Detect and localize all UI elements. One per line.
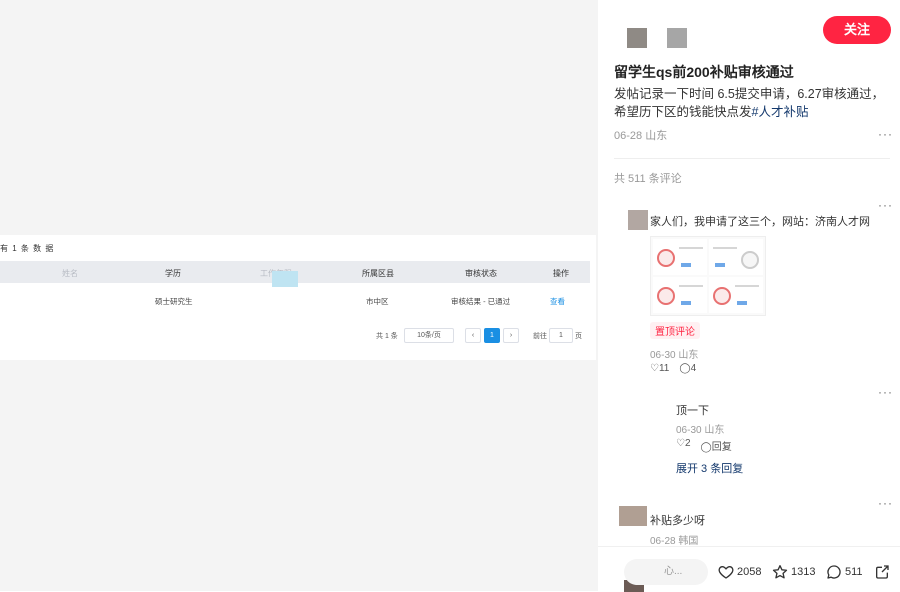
pager-total: 共 1 条	[376, 333, 398, 340]
heart-icon	[718, 565, 734, 579]
heart-icon: ♡	[650, 363, 659, 374]
commenter2-avatar[interactable]	[619, 506, 647, 526]
like-count: 2058	[737, 566, 762, 578]
post-body: 发帖记录一下时间 6.5提交申请，6.27审核通过，希望历下区的钱能快点发#人才…	[614, 85, 890, 121]
comment2-date-location: 06-28 韩国	[650, 536, 699, 547]
header-name: 姓名	[62, 269, 78, 278]
post-more-icon[interactable]: ···	[878, 127, 893, 141]
comment-text: 家人们，我申请了这三个，网站：济南人才网	[650, 216, 870, 228]
divider	[614, 158, 890, 159]
pager-next: ›	[503, 328, 519, 343]
header-district: 所属区县	[362, 269, 394, 278]
post-date-location: 06-28 山东	[614, 130, 668, 142]
comment-input[interactable]: 心...	[624, 559, 708, 585]
comment2-text: 补贴多少呀	[650, 515, 705, 527]
comment-like-count: 11	[658, 363, 670, 374]
commenter-avatar[interactable]	[628, 210, 648, 230]
chat-bubble-icon: ◯	[700, 442, 712, 453]
comment-count: 共 511 条评论	[614, 173, 682, 185]
comment-button[interactable]: 511	[826, 564, 863, 580]
comment2-more-icon[interactable]: ···	[878, 496, 893, 510]
screenshot-table: 有 1 条 数 据 姓名 学历 工作年限 所属区县 审核状态 操作 硕士研究生 …	[0, 235, 596, 360]
header-status: 审核状态	[465, 269, 497, 278]
pager-unit: 页	[575, 333, 582, 340]
cell-degree: 硕士研究生	[155, 297, 193, 306]
collect-count: 1313	[791, 566, 816, 578]
pager-goto: 前往	[533, 333, 547, 340]
comment-like-button[interactable]: ♡11	[650, 363, 669, 374]
reply-date-location: 06-30 山东	[676, 425, 725, 436]
collect-button[interactable]: 1313	[772, 564, 815, 580]
record-count: 有 1 条 数 据	[0, 244, 55, 253]
comment-more-icon[interactable]: ···	[878, 198, 893, 212]
share-icon	[876, 565, 889, 579]
pagination: 共 1 条 10条/页 ‹ 1 › 前往 1 页	[0, 327, 590, 347]
heart-icon: ♡	[676, 438, 685, 449]
post-body-text: 发帖记录一下时间 6.5提交申请，6.27审核通过，希望历下区的钱能快点发	[614, 87, 885, 119]
pager-prev: ‹	[465, 328, 481, 343]
cell-status: 审核结果 - 已通过	[451, 297, 511, 306]
comment-reply-button[interactable]: ◯4	[679, 363, 696, 374]
reply-label: 回复	[711, 442, 732, 453]
comment-reply-count: 4	[690, 363, 697, 374]
reply-like-count: 2	[684, 438, 691, 449]
pager-goto-input: 1	[549, 328, 573, 343]
header-action: 操作	[553, 269, 569, 278]
table-row: 硕士研究生 市中区 审核结果 - 已通过 查看	[0, 291, 590, 315]
highlight-mark	[272, 271, 298, 287]
chat-bubble-icon	[827, 565, 841, 579]
reply-text: 顶一下	[676, 405, 709, 417]
post-image-area[interactable]: 有 1 条 数 据 姓名 学历 工作年限 所属区县 审核状态 操作 硕士研究生 …	[0, 0, 598, 591]
post-panel: 关注 留学生qs前200补贴审核通过 发帖记录一下时间 6.5提交申请，6.27…	[598, 0, 900, 592]
header-degree: 学历	[165, 269, 181, 278]
author-avatar[interactable]	[627, 28, 647, 48]
pager-size: 10条/页	[404, 328, 454, 343]
action-bar: 心... 2058 1313 511	[598, 546, 900, 592]
reply-more-icon[interactable]: ···	[878, 385, 893, 399]
hashtag-link[interactable]: #人才补贴	[752, 105, 809, 119]
like-button[interactable]: 2058	[718, 564, 761, 580]
comment-actions: ♡11 ◯4	[650, 363, 696, 374]
comment-count-bottom: 511	[845, 566, 863, 578]
post-title: 留学生qs前200补贴审核通过	[614, 64, 794, 80]
pager-current: 1	[484, 328, 500, 343]
comment-image[interactable]	[650, 236, 766, 316]
pinned-badge: 置顶评论	[650, 322, 700, 339]
chat-bubble-icon: ◯	[679, 363, 691, 374]
comment-date-location: 06-30 山东	[650, 350, 699, 361]
expand-replies-link[interactable]: 展开 3 条回复	[676, 460, 743, 476]
star-icon	[772, 565, 788, 579]
reply-actions: ♡2 ◯回复	[676, 438, 732, 453]
share-button[interactable]	[874, 564, 890, 580]
reply-reply-button[interactable]: ◯回复	[701, 438, 732, 453]
author-name-block[interactable]	[667, 28, 687, 48]
follow-button[interactable]: 关注	[823, 16, 891, 44]
reply-like-button[interactable]: ♡2	[676, 438, 691, 453]
cell-district: 市中区	[366, 297, 389, 306]
view-link: 查看	[550, 297, 565, 306]
